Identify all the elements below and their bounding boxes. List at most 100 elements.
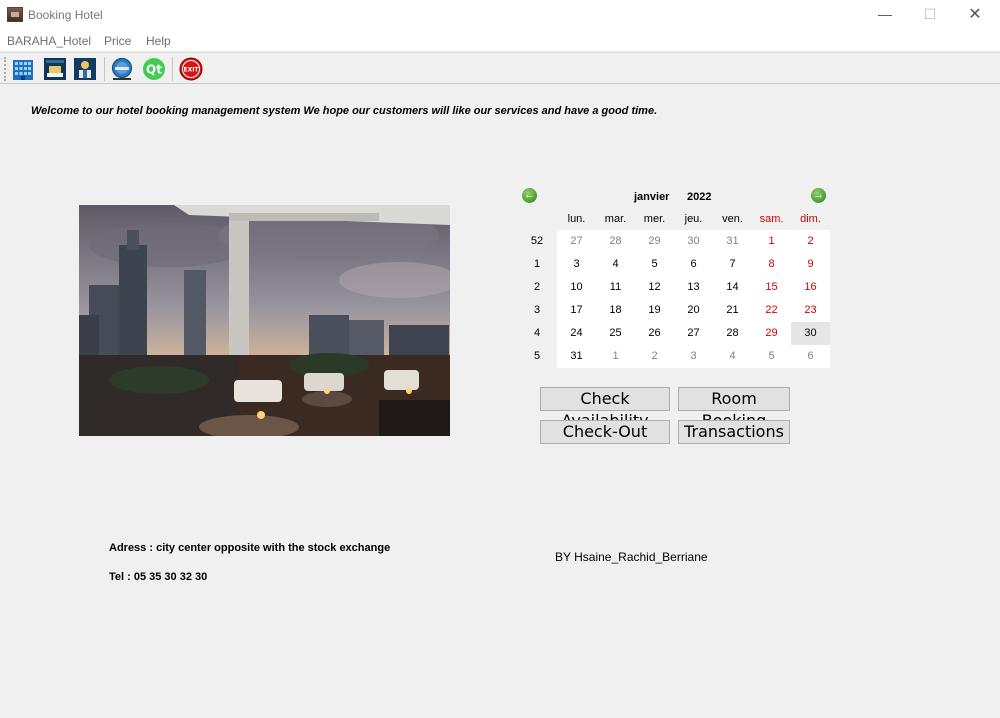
toolbar-separator [172,57,173,81]
calendar-day[interactable]: 29 [752,322,791,345]
calendar-day-other-month[interactable]: 28 [596,230,635,253]
toolbar-qt-button[interactable]: Qt [141,56,167,82]
calendar-day[interactable]: 15 [752,276,791,299]
calendar-nav-bar: ← janvier 2022 → [518,184,831,208]
weekday-header: jeu. [684,213,703,225]
calendar-day-other-month[interactable]: 4 [713,345,752,368]
calendar-day[interactable]: 3 [557,253,596,276]
week-number: 4 [518,322,556,345]
calendar-day[interactable]: 18 [596,299,635,322]
calendar-next-month-button[interactable]: → [811,188,826,203]
toolbar-hotel-button[interactable] [10,56,36,82]
hotel-rooftop-image [79,205,450,436]
calendar-day[interactable]: 12 [635,276,674,299]
calendar-month-selector[interactable]: janvier [634,191,669,203]
weekday-header: ven. [722,213,743,225]
calendar-day-other-month[interactable]: 6 [791,345,830,368]
maximize-button[interactable]: ☐ [907,0,953,30]
calendar-day[interactable]: 8 [752,253,791,276]
toolbar: Qt EXIT [0,52,1000,84]
toolbar-separator [104,57,105,81]
week-number: 1 [518,253,556,276]
calendar-day[interactable]: 6 [674,253,713,276]
title-bar: Booking Hotel — ☐ ✕ [0,0,1000,30]
calendar-day[interactable]: 13 [674,276,713,299]
welcome-message: Welcome to our hotel booking management … [31,105,658,117]
calendar-prev-month-button[interactable]: ← [522,188,537,203]
calendar-day-other-month[interactable]: 3 [674,345,713,368]
hotel-building-icon [13,60,33,80]
calendar-day[interactable]: 25 [596,322,635,345]
calendar-day[interactable]: 17 [557,299,596,322]
author-credit: BY Hsaine_Rachid_Berriane [555,550,708,564]
transactions-button[interactable]: Transactions [678,420,790,444]
calendar-day-other-month[interactable]: 5 [752,345,791,368]
qt-icon-label: Qt [146,63,162,77]
room-icon [44,58,66,80]
week-number: 52 [518,230,556,253]
calendar-days: 52 27 28 29 30 31 1 2 1 3 4 5 6 7 8 9 2 10 11 12 13 14 15 16 3 17… [518,230,831,368]
calendar-year-selector[interactable]: 2022 [687,191,711,203]
toolbar-app-button[interactable] [109,56,135,82]
calendar-day[interactable]: 26 [635,322,674,345]
toolbar-grip[interactable] [4,57,6,81]
menu-baraha-hotel[interactable]: BARAHA_Hotel [7,34,91,48]
calendar-day-other-month[interactable]: 29 [635,230,674,253]
calendar-day-other-month[interactable]: 1 [596,345,635,368]
calendar-day[interactable]: 23 [791,299,830,322]
check-out-button[interactable]: Check-Out [540,420,670,444]
week-number: 3 [518,299,556,322]
exit-icon-label: EXIT [183,67,199,74]
calendar-day[interactable]: 16 [791,276,830,299]
calendar-day[interactable]: 14 [713,276,752,299]
hotel-rooftop-illustration [79,205,450,436]
calendar-day[interactable]: 10 [557,276,596,299]
calendar-day[interactable]: 4 [596,253,635,276]
calendar-day[interactable]: 31 [557,345,596,368]
weekday-header: lun. [567,213,586,225]
calendar-day[interactable]: 7 [713,253,752,276]
weekday-header: dim. [800,213,821,225]
hotel-telephone: Tel : 05 35 30 32 30 [109,571,208,583]
calendar-day-other-month[interactable]: 30 [674,230,713,253]
qt-icon: Qt [143,58,165,80]
calendar-day[interactable]: 21 [713,299,752,322]
window-title: Booking Hotel [28,8,103,22]
calendar-weekday-header: lun. mar. mer. jeu. ven. sam. dim. [518,208,831,230]
calendar-day[interactable]: 28 [713,322,752,345]
calendar-day[interactable]: 5 [635,253,674,276]
calendar-day[interactable]: 24 [557,322,596,345]
calendar-day[interactable]: 20 [674,299,713,322]
calendar-day-other-month[interactable]: 2 [635,345,674,368]
minimize-button[interactable]: — [862,0,908,30]
menu-help[interactable]: Help [146,34,171,48]
week-number: 5 [518,345,556,368]
calendar-day[interactable]: 27 [674,322,713,345]
check-availability-button[interactable]: Check Availability [540,387,670,430]
toolbar-room-button[interactable] [42,56,68,82]
weekday-header: mer. [643,213,666,225]
toolbar-exit-button[interactable]: EXIT [178,56,204,82]
room-booking-button[interactable]: Room Booking [678,387,790,430]
menu-bar: BARAHA_Hotel Price Help [0,30,1000,51]
exit-icon: EXIT [179,57,203,81]
calendar-widget[interactable]: ← janvier 2022 → lun. mar. mer. jeu. ven… [518,184,831,368]
calendar-day[interactable]: 2 [791,230,830,253]
calendar-day[interactable]: 30 [791,322,830,345]
close-button[interactable]: ✕ [952,0,998,30]
weekday-header: mar. [604,213,627,225]
calendar-day[interactable]: 11 [596,276,635,299]
calendar-day[interactable]: 9 [791,253,830,276]
calendar-day[interactable]: 22 [752,299,791,322]
menu-price[interactable]: Price [104,34,131,48]
week-number: 2 [518,276,556,299]
app-icon [111,57,133,80]
weekday-header: sam. [759,213,784,225]
calendar-day[interactable]: 1 [752,230,791,253]
calendar-day-other-month[interactable]: 27 [557,230,596,253]
calendar-day[interactable]: 19 [635,299,674,322]
guest-icon [74,58,96,80]
toolbar-guest-button[interactable] [72,56,98,82]
app-logo-icon [7,7,23,22]
calendar-day-other-month[interactable]: 31 [713,230,752,253]
